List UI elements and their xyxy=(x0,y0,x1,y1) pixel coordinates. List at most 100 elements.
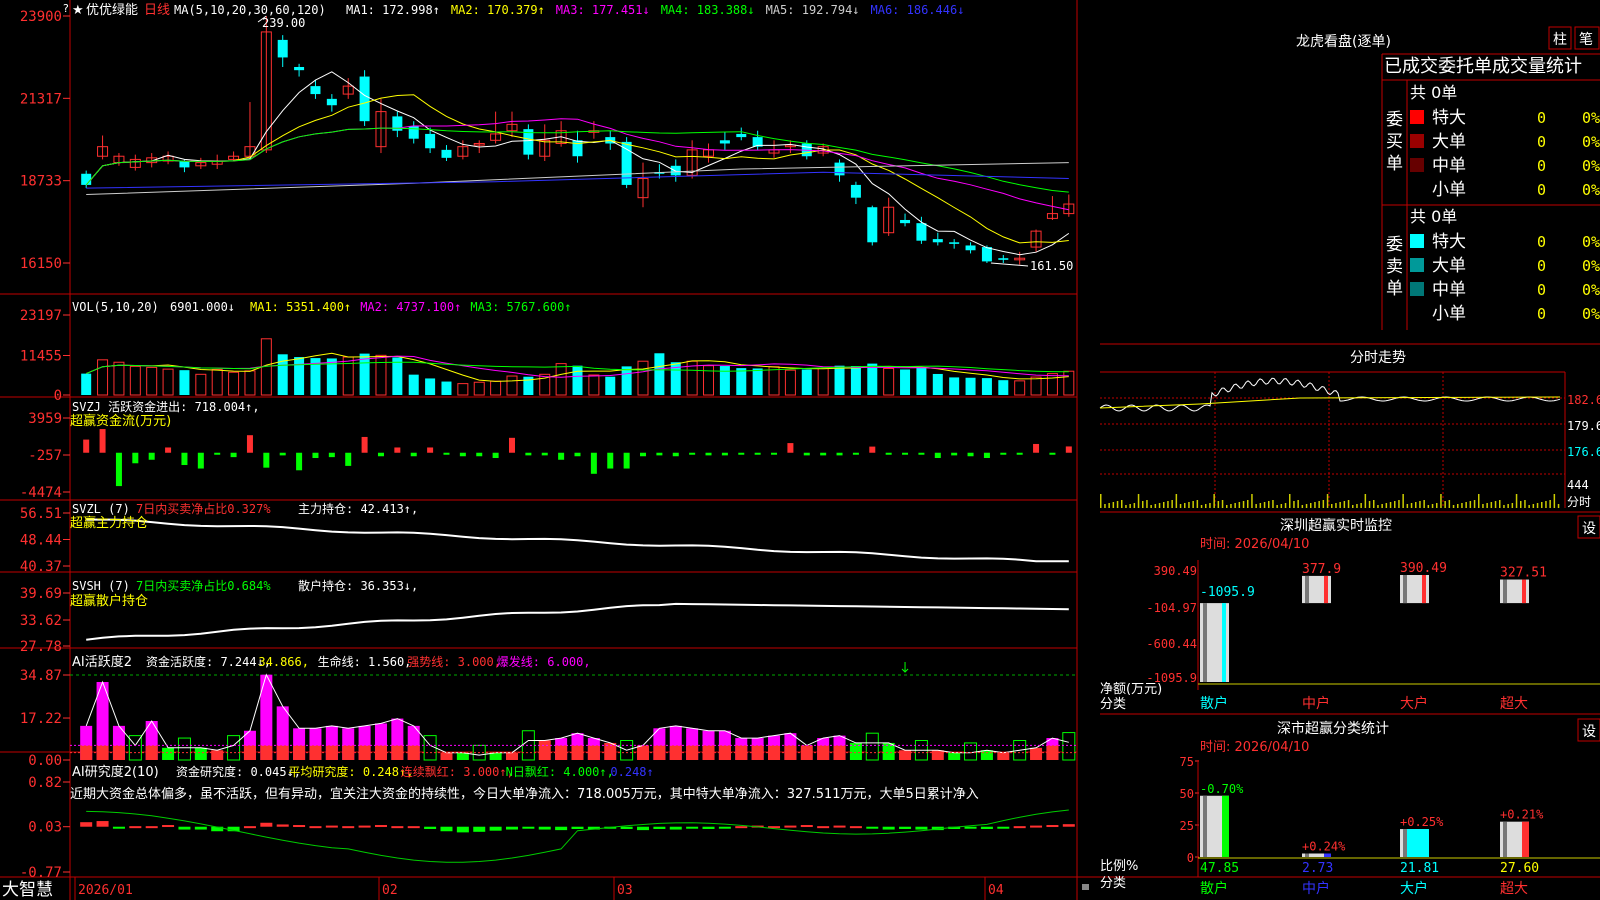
volume-bar-down xyxy=(719,366,730,395)
fund-outflow-bar xyxy=(852,452,859,455)
volume-bar-up xyxy=(129,365,141,396)
period-label[interactable]: 日线 xyxy=(144,3,170,18)
research-bar-up xyxy=(243,826,256,829)
research-bar-down xyxy=(620,826,633,829)
ai2-comment: 近期大资金总体偏多，虽不活跃，但有异动，宜关注大资金的持续性，今日大单净流入：7… xyxy=(70,786,979,802)
intraday-volume-bar xyxy=(1423,500,1425,508)
sell-row-label: 特大 xyxy=(1432,232,1466,252)
vol-axis-label: 23197 xyxy=(20,308,62,324)
vol-title: VOL(5,10,20) xyxy=(72,300,159,314)
tab-pen-label[interactable]: 笔 xyxy=(1579,32,1593,48)
intraday-volume-bar xyxy=(1377,505,1379,508)
sell-total: 共 0单 xyxy=(1410,207,1457,226)
research-bar-up xyxy=(1030,825,1043,828)
activity-bar-base xyxy=(407,745,420,760)
ai2-title: AI研究度2(10) xyxy=(72,764,159,780)
sz-bar-shade xyxy=(1403,575,1407,604)
order-tab[interactable]: 委托单 xyxy=(1438,56,1492,77)
favorite-star-icon[interactable]: ★ xyxy=(72,3,84,18)
buy-side-label: 单 xyxy=(1386,154,1403,174)
intraday-volume-bar xyxy=(1230,504,1232,508)
intraday-volume-bar xyxy=(1368,501,1371,508)
intraday-volume-bar xyxy=(1154,504,1157,508)
sell-row-pct: 0% xyxy=(1582,305,1600,323)
intraday-volume-bar xyxy=(1234,503,1236,508)
buy-row-pct: 0% xyxy=(1582,133,1600,151)
buy-row-count: 0 xyxy=(1537,109,1546,127)
ma-value: MA1: 172.998↑ xyxy=(346,3,440,17)
intraday-volume-bar xyxy=(1305,504,1308,508)
activity-bar xyxy=(505,752,518,760)
help-icon[interactable]: ? xyxy=(63,2,69,15)
lock-icon[interactable] xyxy=(1082,884,1089,890)
svzl-title: SVZL (7) xyxy=(72,502,130,516)
research-bar-down xyxy=(473,826,486,832)
fund-outflow-bar xyxy=(377,452,384,457)
research-bar-down xyxy=(538,826,551,830)
activity-bar xyxy=(899,750,912,760)
activity-bar-hollow xyxy=(177,737,191,761)
activity-bar xyxy=(882,742,895,760)
stat-bar-fill xyxy=(1407,829,1422,857)
fund-inflow-bar xyxy=(246,435,253,453)
fund-outflow-bar xyxy=(181,452,188,466)
research-bar-down xyxy=(866,826,879,829)
sz-category: 散户 xyxy=(1200,695,1228,712)
low-price-marker: 161.50 xyxy=(1030,259,1073,273)
volume-bar-up xyxy=(146,366,158,396)
intraday-volume-bar xyxy=(1284,503,1287,508)
sz-settings-label[interactable]: 设 xyxy=(1582,521,1596,537)
stat-value: 47.85 xyxy=(1200,861,1239,876)
intraday-volume-bar xyxy=(1486,503,1488,508)
order-tab[interactable]: 成交量 xyxy=(1492,56,1546,77)
intraday-volume-bar xyxy=(1553,494,1556,508)
volume-bar-down xyxy=(572,365,583,395)
fund-inflow-bar xyxy=(165,447,172,453)
chart-canvas[interactable]: 23900 21317 18733 16150 ★ 优优绿能 日线 MA(5,10,20,30… xyxy=(0,0,1600,900)
candle-down xyxy=(425,133,436,149)
svsh-axis-label: 33.62 xyxy=(20,613,62,629)
order-tab[interactable]: 统计 xyxy=(1546,56,1582,77)
candle-down xyxy=(981,247,992,262)
candle-down xyxy=(670,165,681,176)
intraday-volume-bar xyxy=(1385,503,1388,508)
volume-bar-down xyxy=(949,377,960,395)
vol-ma-value: MA2: 4737.100↑ xyxy=(360,300,461,314)
fund-outflow-bar xyxy=(951,452,958,456)
activity-bar-hollow xyxy=(865,732,879,761)
fund-outflow-bar xyxy=(574,452,581,457)
sell-row-label: 小单 xyxy=(1432,304,1466,324)
retail-holding-line xyxy=(86,602,1069,641)
intraday-volume-bar xyxy=(1452,505,1455,508)
stat-top-label: +0.21% xyxy=(1500,808,1544,822)
sell-row-pct: 0% xyxy=(1582,233,1600,251)
svsh-axis-label: 39.69 xyxy=(20,586,62,602)
intraday-volume-bar xyxy=(1389,502,1392,508)
candle-down xyxy=(736,133,747,138)
order-tab[interactable]: 已成交 xyxy=(1384,56,1438,77)
stat-settings-label[interactable]: 设 xyxy=(1582,724,1596,740)
research-bar-down xyxy=(424,826,437,829)
research-bar-up xyxy=(833,825,846,828)
tab-bar-label[interactable]: 柱 xyxy=(1553,32,1567,48)
volume-bar-up xyxy=(195,373,207,396)
buy-row-count: 0 xyxy=(1537,181,1546,199)
color-swatch xyxy=(1410,234,1424,248)
activity-bar-hollow xyxy=(521,730,535,761)
svzj-axis-label: -257 xyxy=(28,448,62,464)
research-bar-up xyxy=(325,825,338,828)
research-bar-up xyxy=(309,826,322,829)
sz-time: 时间: 2026/04/10 xyxy=(1200,537,1309,552)
fund-outflow-bar xyxy=(1000,452,1007,455)
ai2-axis-label: 0.82 xyxy=(28,775,62,791)
color-swatch xyxy=(1410,158,1424,172)
ma-value: MA4: 183.388↓ xyxy=(661,3,755,17)
vol-value: 6901.000↓ xyxy=(170,300,235,314)
fund-outflow-bar xyxy=(197,452,204,469)
volume-bar-down xyxy=(654,353,665,395)
fund-outflow-bar xyxy=(476,452,483,457)
candle-down xyxy=(949,242,960,244)
intraday-volume-bar xyxy=(1175,494,1178,508)
sell-side-label: 委 xyxy=(1386,235,1403,255)
research-bar-up xyxy=(1013,826,1026,829)
